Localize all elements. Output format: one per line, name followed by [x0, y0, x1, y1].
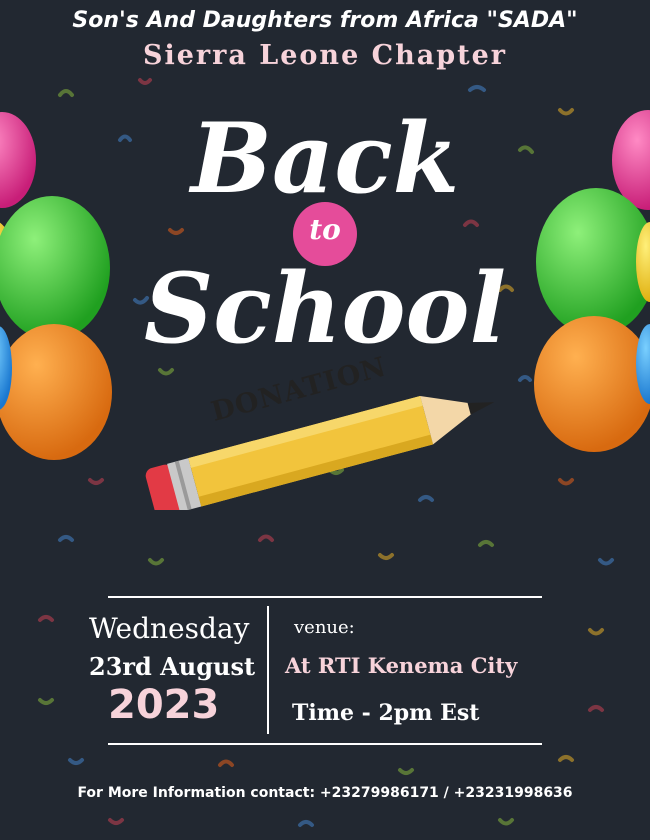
divider-top [108, 596, 542, 598]
divider-vertical [267, 606, 269, 734]
event-time: Time - 2pm Est [292, 700, 480, 726]
event-date: 23rd August [89, 652, 256, 681]
title-connector: to [309, 213, 341, 246]
venue-label: venue: [294, 617, 355, 638]
chapter-name: Sierra Leone Chapter [142, 40, 508, 71]
event-day: Wednesday [89, 612, 250, 645]
contact-info: For More Information contact: +232799861… [77, 785, 573, 801]
organization-name: Son's And Daughters from Africa "SADA" [72, 8, 578, 33]
divider-bottom [108, 743, 542, 745]
event-year: 2023 [108, 682, 220, 728]
title-school: School [143, 252, 507, 365]
title-back: Back [190, 102, 460, 215]
venue-name: At RTI Kenema City [285, 653, 518, 678]
